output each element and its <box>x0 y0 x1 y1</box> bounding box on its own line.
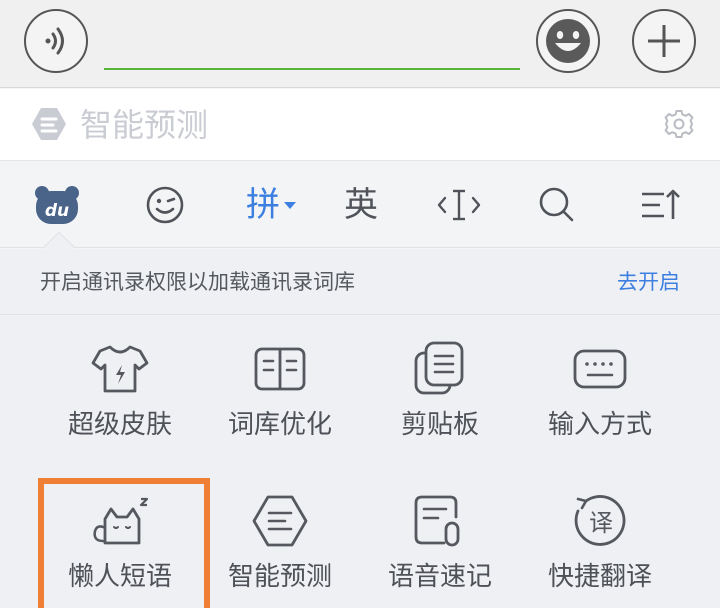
book-icon <box>254 347 306 391</box>
prediction-logo-icon <box>32 108 66 140</box>
highlight-frame <box>38 478 210 608</box>
svg-text:du: du <box>45 201 69 221</box>
tool-lexicon-optimize[interactable]: 词库优化 <box>200 319 360 469</box>
english-label: 英 <box>344 185 378 225</box>
cursor-move-icon <box>437 189 481 221</box>
tool-label: 词库优化 <box>227 410 332 440</box>
toolbar-search[interactable] <box>512 162 602 248</box>
chat-input-bar <box>0 0 720 88</box>
smiley-face-icon <box>546 19 590 63</box>
tool-clipboard[interactable]: 剪贴板 <box>360 319 520 469</box>
predict-icon <box>252 495 308 547</box>
voice-note-icon <box>414 495 460 547</box>
chat-text-input[interactable] <box>104 24 520 70</box>
notice-text: 开启通讯录权限以加载通讯录词库 <box>40 270 355 294</box>
prediction-bar: 智能预测 <box>0 89 720 161</box>
tool-smart-predict[interactable]: 智能预测 <box>200 471 360 608</box>
tool-label: 智能预测 <box>227 562 332 592</box>
more-options-button[interactable] <box>632 9 696 73</box>
toolbar-emoji[interactable] <box>120 162 210 248</box>
tool-label: 剪贴板 <box>400 410 479 440</box>
search-icon <box>539 187 574 222</box>
svg-text:译: 译 <box>589 509 613 537</box>
clipboard-icon <box>414 341 464 395</box>
voice-input-button[interactable] <box>24 9 88 73</box>
emoji-button[interactable] <box>536 9 600 73</box>
du-bear-logo-icon: du <box>35 186 79 224</box>
enable-permission-link[interactable]: 去开启 <box>617 267 680 297</box>
keyboard-icon <box>573 349 627 389</box>
contacts-permission-notice: 开启通讯录权限以加载通讯录词库 去开启 <box>0 249 720 315</box>
translate-icon: 译 <box>574 495 626 546</box>
tool-label: 语音速记 <box>387 562 492 592</box>
collapse-keyboard-icon <box>642 189 680 219</box>
dropdown-caret-icon <box>284 201 296 209</box>
tool-label: 超级皮肤 <box>67 410 172 440</box>
keyboard-toolbar: du 拼 英 <box>0 162 720 248</box>
wink-face-icon <box>146 186 184 224</box>
voice-icon <box>45 27 64 55</box>
tool-label: 输入方式 <box>547 410 652 440</box>
gear-icon[interactable] <box>664 109 694 139</box>
tool-quick-translate[interactable]: 译 快捷翻译 <box>520 471 680 608</box>
prediction-label: 智能预测 <box>80 106 209 144</box>
tool-input-method[interactable]: 输入方式 <box>520 319 680 469</box>
shirt-icon <box>91 345 149 393</box>
tool-super-skin[interactable]: 超级皮肤 <box>40 319 200 469</box>
tool-voice-note[interactable]: 语音速记 <box>360 471 520 608</box>
toolbar-english[interactable]: 英 <box>316 162 406 248</box>
tool-label: 快捷翻译 <box>547 562 652 592</box>
toolbar-cursor[interactable] <box>414 162 504 248</box>
toolbar-pinyin[interactable]: 拼 <box>226 162 316 248</box>
pinyin-label: 拼 <box>246 185 280 225</box>
plus-icon <box>648 25 680 57</box>
toolbar-collapse[interactable] <box>616 162 706 248</box>
